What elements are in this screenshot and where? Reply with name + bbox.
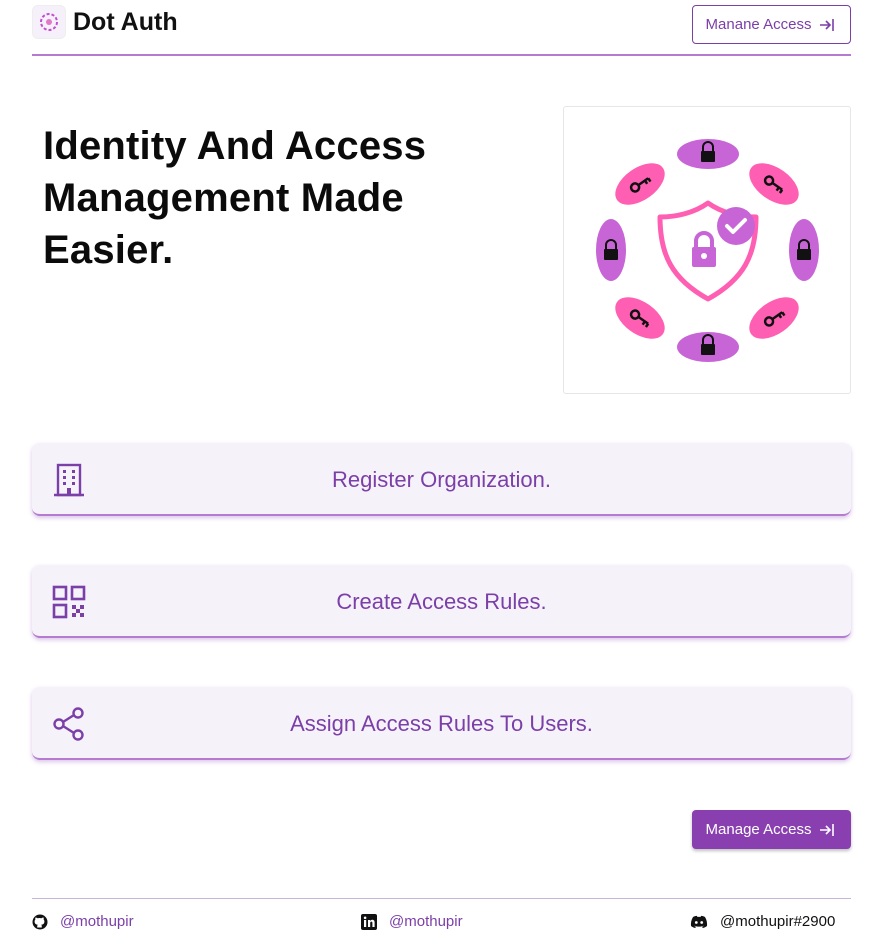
manage-access-header-button[interactable]: Manane Access <box>692 5 851 44</box>
shield-check-icon <box>657 200 759 302</box>
logo-icon <box>40 13 58 31</box>
github-link[interactable]: @mothupir <box>32 913 134 930</box>
assign-access-rules-label: Assign Access Rules To Users. <box>290 711 593 736</box>
security-illustration <box>563 106 851 394</box>
manage-access-header-label: Manane Access <box>705 16 812 33</box>
key-oval-bottom-right <box>749 297 799 339</box>
hero-title: Identity And Access Management Made Easi… <box>43 124 427 272</box>
github-handle: @mothupir <box>60 913 134 930</box>
linkedin-icon <box>361 913 377 930</box>
footer: @mothupir @mothupir @mothupir#2900 <box>32 898 851 947</box>
login-icon <box>820 823 835 836</box>
lock-oval-right <box>789 219 819 281</box>
linkedin-handle: @mothupir <box>389 913 463 930</box>
lock-oval-bottom <box>677 332 739 362</box>
register-organization-card[interactable]: Register Organization. <box>32 443 851 516</box>
dot-auth-logo[interactable] <box>32 5 66 39</box>
manage-access-button[interactable]: Manage Access <box>692 810 851 849</box>
linkedin-link[interactable]: @mothupir <box>361 913 463 930</box>
lock-oval-left <box>596 219 626 281</box>
key-oval-top-right <box>749 163 799 205</box>
create-access-rules-card[interactable]: Create Access Rules. <box>32 565 851 638</box>
discord-handle: @mothupir#2900 <box>720 913 836 930</box>
key-oval-bottom-left <box>615 297 665 339</box>
create-access-rules-label: Create Access Rules. <box>336 589 547 614</box>
header: Dot Auth Manane Access <box>32 0 851 56</box>
assign-access-rules-card[interactable]: Assign Access Rules To Users. <box>32 687 851 760</box>
github-icon <box>32 914 48 929</box>
discord-icon <box>690 915 708 928</box>
login-icon <box>820 18 835 31</box>
discord-link[interactable]: @mothupir#2900 <box>690 913 835 930</box>
register-organization-label: Register Organization. <box>332 467 551 492</box>
brand-name: Dot Auth <box>73 8 178 36</box>
lock-oval-top <box>677 139 739 169</box>
key-oval-top-left <box>615 163 665 205</box>
manage-access-label: Manage Access <box>705 821 812 838</box>
